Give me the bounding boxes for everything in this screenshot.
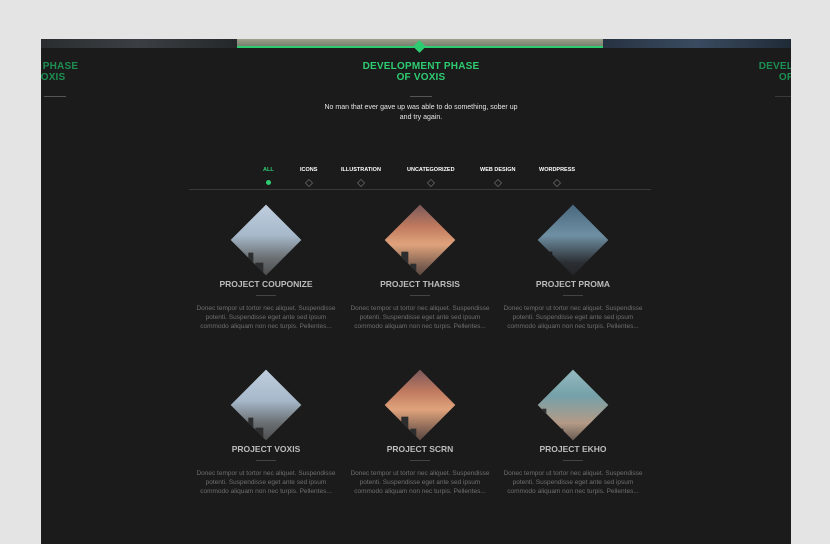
- project-title[interactable]: PROJECT SCRN: [350, 444, 490, 454]
- filter-label: ALL: [263, 167, 274, 173]
- filter-diamond-icon: [493, 178, 502, 188]
- project-card: PROJECT SCRN Donec tempor ut tortor nec …: [350, 369, 490, 496]
- project-thumbnail[interactable]: [230, 204, 302, 276]
- project-divider: [563, 295, 583, 296]
- slide-divider-left: [44, 96, 66, 97]
- filter-wordpress[interactable]: WORDPRESS: [539, 167, 576, 188]
- filter-illustration[interactable]: ILLUSTRATION: [341, 167, 381, 188]
- project-description: Donec tempor ut tortor nec aliquet. Susp…: [196, 305, 336, 330]
- project-image[interactable]: [384, 204, 456, 276]
- project-description: Donec tempor ut tortor nec aliquet. Susp…: [350, 470, 490, 495]
- slider-image-left[interactable]: [41, 39, 237, 48]
- project-description: Donec tempor ut tortor nec aliquet. Susp…: [196, 470, 336, 495]
- filter-web-design[interactable]: WEB DESIGN: [480, 167, 516, 188]
- filter-diamond-icon: [426, 178, 436, 188]
- filter-label: WEB DESIGN: [480, 167, 516, 173]
- slide-title-center: DEVELOPMENT PHASE OF VOXIS: [362, 61, 480, 83]
- project-divider: [410, 460, 430, 461]
- slide-title-right: DEVELOPMEOF V: [758, 61, 791, 83]
- portfolio-frame: PMENT PHASEOF VOXIS DEVELOPMENT PHASEOF …: [41, 39, 791, 544]
- project-divider: [256, 460, 276, 461]
- filter-label: WORDPRESS: [539, 167, 576, 173]
- filter-label: ICONS: [300, 167, 318, 173]
- project-card: PROJECT EKHO Donec tempor ut tortor nec …: [503, 369, 643, 496]
- slide-title-left: PMENT PHASEOF VOXIS: [41, 61, 79, 83]
- project-description: Donec tempor ut tortor nec aliquet. Susp…: [503, 470, 643, 495]
- filter-uncategorized[interactable]: UNCATEGORIZED: [407, 167, 455, 188]
- filter-icons[interactable]: ICONS: [300, 167, 318, 188]
- project-title[interactable]: PROJECT THARSIS: [350, 279, 490, 289]
- slide-divider-center: [410, 96, 432, 97]
- filter-diamond-icon: [552, 178, 562, 188]
- project-card: PROJECT VOXIS Donec tempor ut tortor nec…: [196, 369, 336, 496]
- project-image[interactable]: [537, 369, 609, 441]
- filter-label: UNCATEGORIZED: [407, 167, 455, 173]
- project-card: PROJECT THARSIS Donec tempor ut tortor n…: [350, 204, 490, 331]
- project-card: PROJECT PROMA Donec tempor ut tortor nec…: [503, 204, 643, 331]
- project-title[interactable]: PROJECT COUPONIZE: [196, 279, 336, 289]
- project-thumbnail[interactable]: [230, 369, 302, 441]
- filter-dot-icon: [265, 180, 271, 185]
- project-description: Donec tempor ut tortor nec aliquet. Susp…: [503, 305, 643, 330]
- project-image[interactable]: [230, 369, 302, 441]
- project-title[interactable]: PROJECT EKHO: [503, 444, 643, 454]
- filter-diamond-icon: [304, 178, 313, 188]
- project-thumbnail[interactable]: [537, 369, 609, 441]
- project-description: Donec tempor ut tortor nec aliquet. Susp…: [350, 305, 490, 330]
- portfolio-filter-bar: ALL ICONS ILLUSTRATION UNCATEGORIZED WEB…: [189, 167, 651, 190]
- project-image[interactable]: [384, 369, 456, 441]
- filter-all[interactable]: ALL: [263, 167, 274, 185]
- slide-divider-right: [775, 96, 791, 97]
- project-thumbnail[interactable]: [384, 204, 456, 276]
- project-divider: [410, 295, 430, 296]
- project-card: PROJECT COUPONIZE Donec tempor ut tortor…: [196, 204, 336, 331]
- project-image[interactable]: [230, 204, 302, 276]
- project-title[interactable]: PROJECT VOXIS: [196, 444, 336, 454]
- project-thumbnail[interactable]: [537, 204, 609, 276]
- filter-diamond-icon: [356, 178, 366, 188]
- project-title[interactable]: PROJECT PROMA: [503, 279, 643, 289]
- slide-subtitle: No man that ever gave up was able to do …: [324, 104, 518, 121]
- project-divider: [256, 295, 276, 296]
- filter-label: ILLUSTRATION: [341, 167, 381, 173]
- project-divider: [563, 460, 583, 461]
- slider-image-right[interactable]: [603, 39, 791, 48]
- project-thumbnail[interactable]: [384, 369, 456, 441]
- project-image[interactable]: [537, 204, 609, 276]
